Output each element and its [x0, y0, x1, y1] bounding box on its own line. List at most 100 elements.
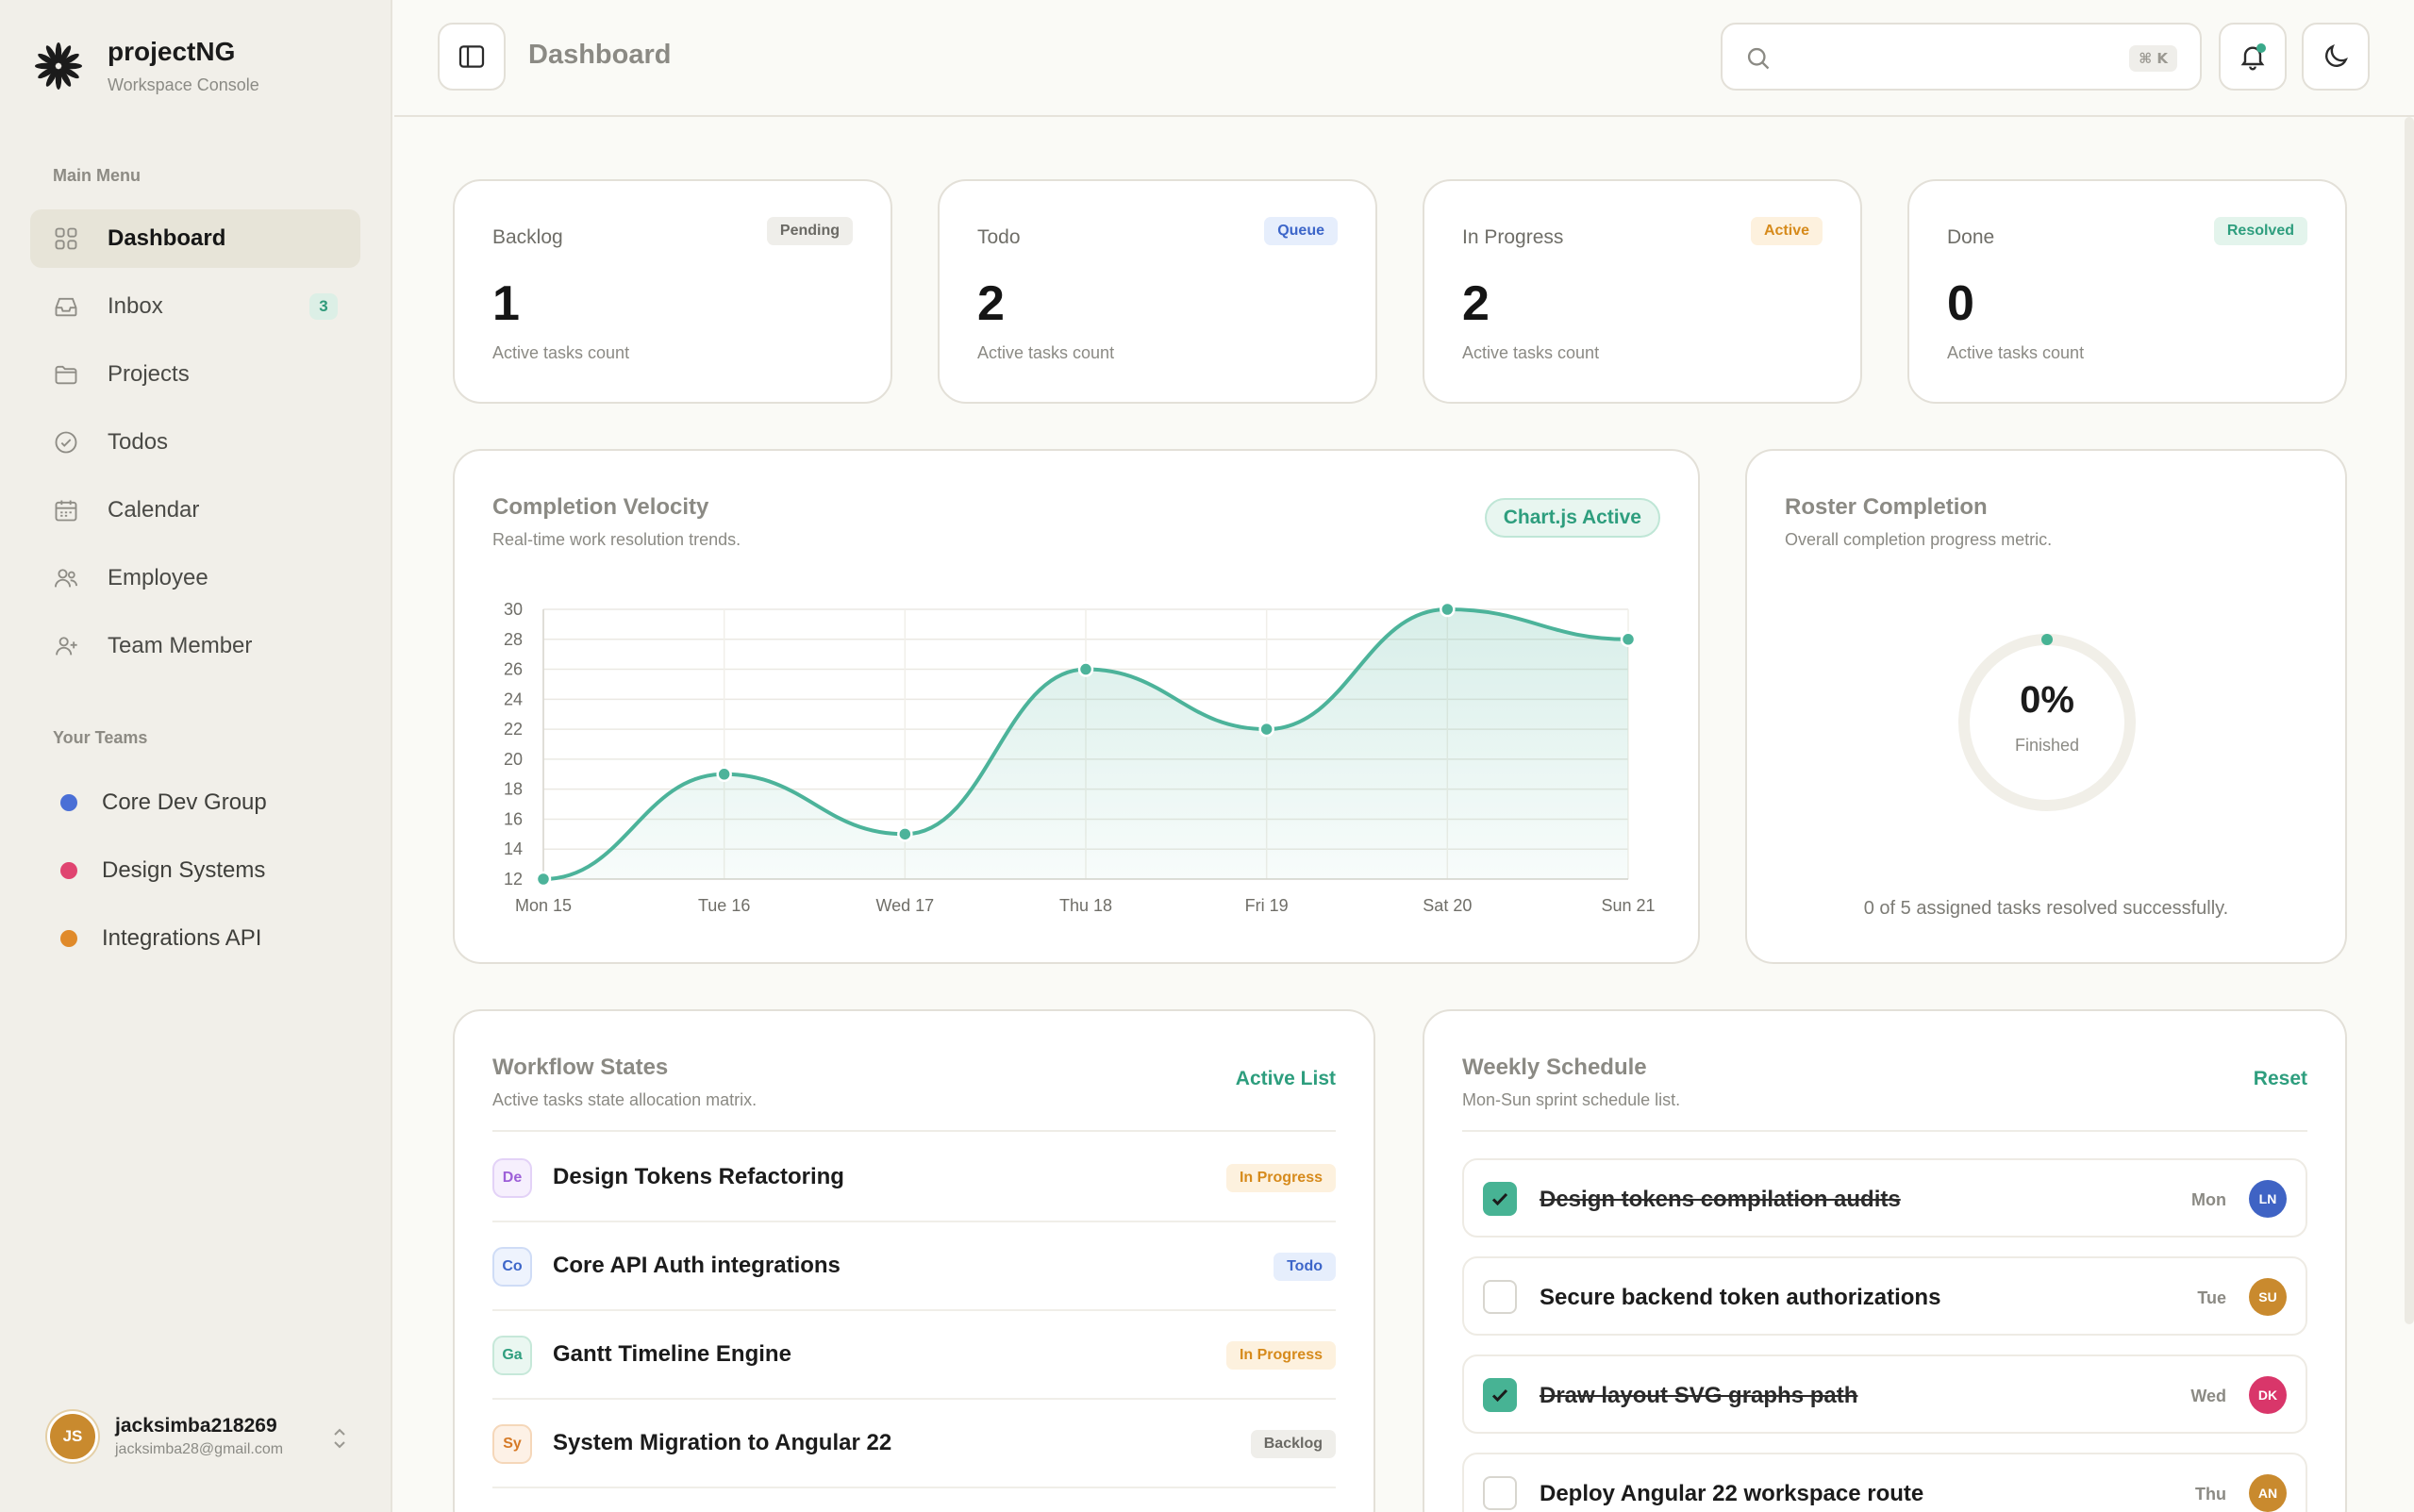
chevron-up-down-icon: [334, 1428, 345, 1449]
workflow-card: Workflow States Active tasks state alloc…: [453, 1009, 1375, 1512]
sidebar-item-label: Calendar: [108, 497, 200, 523]
task-abbr-badge: De: [492, 1158, 532, 1198]
team-item-integrations-api[interactable]: Integrations API: [30, 909, 360, 968]
schedule-item: Deploy Angular 22 workspace route Thu AN: [1462, 1453, 2307, 1512]
status-badge: In Progress: [1225, 1164, 1336, 1192]
avatar: SU: [2249, 1278, 2287, 1316]
task-abbr-badge: Sy: [492, 1424, 532, 1464]
search-shortcut-badge: ⌘ K: [2129, 45, 2177, 72]
y-tick-label: 24: [504, 690, 523, 708]
x-tick-label: Sun 21: [1601, 896, 1655, 915]
schedule-item: Design tokens compilation audits Mon LN: [1462, 1158, 2307, 1238]
sidebar-item-label: Dashboard: [108, 225, 226, 251]
progress-ring-graphic: [1958, 634, 2136, 811]
y-tick-label: 26: [504, 660, 523, 679]
task-checkbox[interactable]: [1483, 1378, 1517, 1412]
status-badge: In Progress: [1225, 1341, 1336, 1370]
reset-button[interactable]: Reset: [2254, 1068, 2307, 1090]
team-item-label: Design Systems: [102, 857, 266, 883]
sidebar-item-team-member[interactable]: Team Member: [30, 617, 360, 675]
data-point: [1440, 601, 1456, 618]
card-title: Workflow States: [492, 1055, 669, 1080]
y-tick-label: 14: [504, 839, 523, 858]
list-item[interactable]: De Design Tokens Refactoring In Progress: [492, 1134, 1336, 1222]
x-tick-label: Fri 19: [1245, 896, 1289, 915]
task-abbr-badge: Ga: [492, 1336, 532, 1375]
task-title: Core API Auth integrations: [553, 1253, 841, 1278]
x-tick-label: Sat 20: [1423, 896, 1472, 915]
progress-ring: 0% Finished: [1955, 630, 2139, 815]
task-day: Mon: [2191, 1190, 2226, 1209]
task-title: Gantt Timeline Engine: [553, 1341, 791, 1367]
avatar: JS: [47, 1411, 98, 1462]
checkmark-icon: [1491, 1192, 1508, 1206]
top-header: Dashboard ⌘ K: [394, 0, 2414, 117]
task-day: Thu: [2195, 1485, 2226, 1504]
task-checkbox[interactable]: [1483, 1476, 1517, 1510]
team-item-label: Core Dev Group: [102, 789, 267, 815]
sidebar-panel-icon: [458, 45, 485, 68]
main-nav: Dashboard Inbox 3 Projects Todos Calenda…: [30, 209, 360, 685]
task-title: Deploy Angular 22 workspace route: [1540, 1481, 1924, 1506]
card-subtitle: Active tasks state allocation matrix.: [492, 1090, 757, 1109]
status-badge: Backlog: [1250, 1430, 1336, 1458]
sidebar-item-calendar[interactable]: Calendar: [30, 481, 360, 540]
team-item-label: Integrations API: [102, 925, 262, 951]
page-scrollbar[interactable]: [2405, 117, 2414, 1324]
theme-toggle-button[interactable]: [2302, 23, 2370, 91]
check-circle-icon: [55, 431, 77, 454]
data-point: [1258, 721, 1274, 738]
avatar: DK: [2249, 1376, 2287, 1414]
user-menu[interactable]: JS jacksimba218269 jacksimba28@gmail.com: [47, 1411, 349, 1462]
task-title: System Migration to Angular 22: [553, 1430, 892, 1455]
sidebar-item-label: Inbox: [108, 293, 163, 319]
status-badge: Active: [1750, 217, 1823, 245]
team-item-design-systems[interactable]: Design Systems: [30, 841, 360, 900]
team-color-dot: [60, 862, 77, 879]
card-title: Weekly Schedule: [1462, 1055, 1647, 1080]
data-point: [535, 871, 552, 888]
data-point: [1077, 661, 1094, 677]
task-abbr-badge: Co: [492, 1247, 532, 1287]
card-title: Roster Completion: [1785, 494, 1988, 520]
brand[interactable]: projectNG Workspace Console: [32, 36, 259, 95]
data-point: [716, 766, 732, 783]
velocity-chart: 12 14 16 18 20 22 24 26 28 30 Mon 15 Tue 16 Wed 17 Th…: [504, 600, 1656, 915]
team-item-core-dev[interactable]: Core Dev Group: [30, 773, 360, 832]
y-tick-label: 20: [504, 750, 523, 769]
task-day: Wed: [2190, 1387, 2226, 1405]
x-tick-label: Tue 16: [698, 896, 750, 915]
search-box[interactable]: ⌘ K: [1721, 23, 2202, 91]
y-tick-label: 30: [504, 600, 523, 619]
list-item[interactable]: Sy System Migration to Angular 22 Backlo…: [492, 1400, 1336, 1488]
stat-sub: Active tasks count: [1462, 343, 1600, 362]
notifications-button[interactable]: [2219, 23, 2287, 91]
status-badge: Todo: [1274, 1253, 1336, 1281]
x-tick-label: Thu 18: [1059, 896, 1112, 915]
sidebar-item-projects[interactable]: Projects: [30, 345, 360, 404]
sidebar-item-todos[interactable]: Todos: [30, 413, 360, 472]
schedule-item: Secure backend token authorizations Tue …: [1462, 1256, 2307, 1336]
active-list-button[interactable]: Active List: [1236, 1068, 1336, 1090]
list-item[interactable]: Co Core API Auth integrations Todo: [492, 1222, 1336, 1311]
status-badge: Queue: [1264, 217, 1338, 245]
moon-icon: [2325, 44, 2348, 67]
team-color-dot: [60, 794, 77, 811]
progress-percent: 0%: [2020, 679, 2074, 721]
search-input[interactable]: [1783, 38, 2104, 77]
task-title: Design Tokens Refactoring: [553, 1164, 844, 1189]
list-item[interactable]: Ga Gantt Timeline Engine In Progress: [492, 1311, 1336, 1400]
checkmark-icon: [1491, 1388, 1508, 1403]
sidebar-toggle-button[interactable]: [438, 23, 506, 91]
data-point: [897, 826, 913, 842]
task-checkbox[interactable]: [1483, 1280, 1517, 1314]
stat-value: 2: [977, 276, 1005, 331]
sidebar-item-inbox[interactable]: Inbox 3: [30, 277, 360, 336]
task-checkbox[interactable]: [1483, 1182, 1517, 1216]
roster-card: Roster Completion Overall completion pro…: [1745, 449, 2347, 964]
sidebar-item-employee[interactable]: Employee: [30, 549, 360, 607]
sidebar-item-label: Team Member: [108, 633, 253, 658]
brand-subtitle: Workspace Console: [108, 75, 259, 94]
sidebar-item-dashboard[interactable]: Dashboard: [30, 209, 360, 268]
stat-label: In Progress: [1462, 226, 1564, 248]
